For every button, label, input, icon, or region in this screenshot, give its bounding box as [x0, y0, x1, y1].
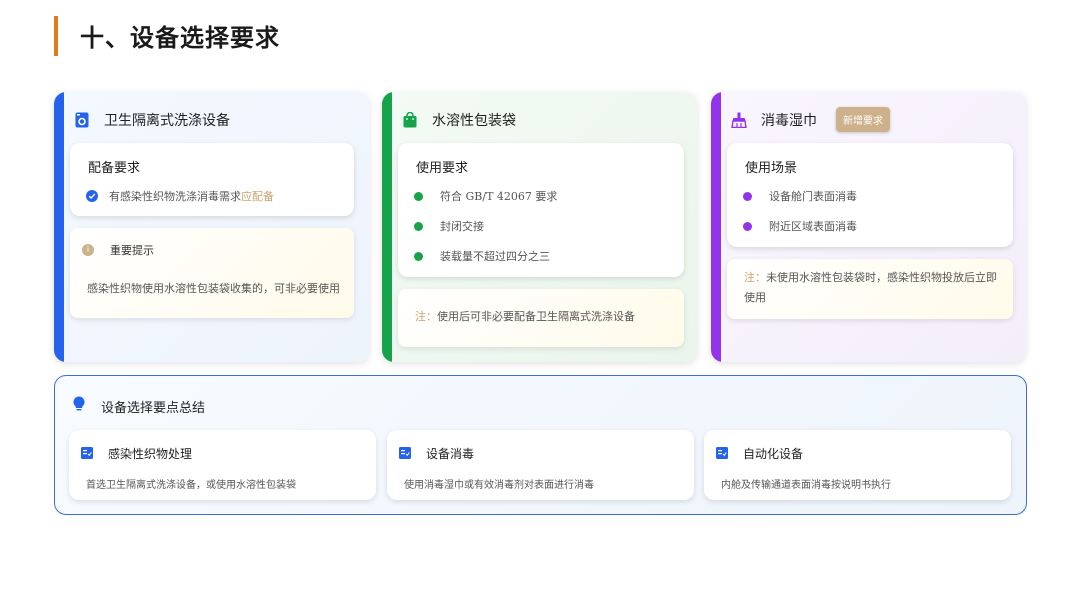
bullet-dot: [414, 221, 423, 231]
shopping-bag-icon: [402, 112, 418, 128]
summary-item-text: 使用消毒湿巾或有效消毒剂对表面进行消毒: [404, 480, 594, 491]
card-water-soluble-bag: 水溶性包装袋 使用要求 符合 GB/T 42067 要求 封闭交接 装载量不超过…: [382, 92, 697, 362]
requirement-item: 有感染性织物洗涤消毒需求 应配备: [86, 188, 274, 204]
card-stripe-blue: [54, 92, 64, 362]
summary-item-header: 设备消毒: [399, 444, 474, 463]
note-text: 注：未使用水溶性包装袋时，感染性织物投放后立即 使用: [744, 268, 997, 308]
info-icon: i: [82, 244, 94, 256]
note-body-line1: 未使用水溶性包装袋时，感染性织物投放后立即: [766, 271, 997, 284]
note-body: 使用后可非必要配备卫生隔离式洗涤设备: [437, 310, 635, 323]
list-item-text: 设备舱门表面消毒: [769, 190, 857, 203]
card-header: 水溶性包装袋: [402, 110, 516, 130]
box-title: 使用要求: [416, 161, 469, 176]
requirement-box: 配备要求 有感染性织物洗涤消毒需求 应配备: [70, 143, 354, 216]
card-title: 消毒湿巾: [761, 113, 817, 129]
scenario-box: 使用场景 设备舱门表面消毒 附近区域表面消毒: [727, 143, 1013, 247]
note-text: 注：使用后可非必要配备卫生隔离式洗涤设备: [415, 307, 635, 327]
summary-item-text: 首选卫生隔离式洗涤设备，或使用水溶性包装袋: [86, 480, 296, 491]
summary-item-header: 感染性织物处理: [81, 444, 192, 463]
summary-item-header: 自动化设备: [716, 444, 803, 463]
note-box: 注：使用后可非必要配备卫生隔离式洗涤设备: [398, 289, 684, 347]
list-item-text: 封闭交接: [440, 220, 484, 233]
checklist-icon: [81, 444, 93, 463]
list-item: 封闭交接: [414, 218, 484, 234]
list-item: 设备舱门表面消毒: [743, 188, 857, 204]
box-title: 配备要求: [88, 161, 141, 176]
bullet-dot: [743, 191, 752, 201]
summary-header: 设备选择要点总结: [73, 396, 205, 416]
card-header: 卫生隔离式洗涤设备: [74, 110, 230, 130]
note-prefix: 注：: [744, 271, 766, 284]
lightbulb-icon: [73, 396, 85, 416]
list-item-text: 附近区域表面消毒: [769, 220, 857, 233]
washing-machine-icon: [74, 112, 90, 128]
summary-item: 设备消毒 使用消毒湿巾或有效消毒剂对表面进行消毒: [387, 430, 694, 500]
bullet-dot: [414, 191, 423, 201]
list-item-text: 装载量不超过四分之三: [440, 250, 550, 263]
requirement-text: 有感染性织物洗涤消毒需求: [109, 190, 241, 203]
new-requirement-badge: 新增要求: [836, 107, 890, 132]
summary-panel: 设备选择要点总结 感染性织物处理 首选卫生隔离式洗涤设备，或使用水溶性包装袋 设…: [54, 375, 1027, 515]
note-box: 注：未使用水溶性包装袋时，感染性织物投放后立即 使用: [727, 259, 1013, 319]
list-item: 附近区域表面消毒: [743, 218, 857, 234]
card-header: 消毒湿巾: [731, 110, 817, 130]
card-isolation-washer: 卫生隔离式洗涤设备 配备要求 有感染性织物洗涤消毒需求 应配备 i 重要提示 感染…: [54, 92, 369, 362]
requirement-box: 使用要求 符合 GB/T 42067 要求 封闭交接 装载量不超过四分之三: [398, 143, 684, 277]
page-title: 十、设备选择要求: [80, 23, 280, 52]
requirement-highlight: 应配备: [241, 190, 274, 203]
summary-item-title: 设备消毒: [426, 447, 475, 461]
summary-item-title: 感染性织物处理: [108, 447, 193, 461]
note-title: 重要提示: [110, 244, 154, 257]
title-accent-bar: [54, 16, 58, 56]
check-circle-icon: [86, 190, 98, 202]
summary-item-text: 内舱及传输通道表面消毒按说明书执行: [721, 480, 891, 491]
card-stripe-green: [382, 92, 392, 362]
summary-item: 感染性织物处理 首选卫生隔离式洗涤设备，或使用水溶性包装袋: [69, 430, 376, 500]
card-title: 水溶性包装袋: [432, 113, 516, 129]
bullet-dot: [743, 221, 752, 231]
box-title: 使用场景: [745, 161, 798, 176]
summary-item: 自动化设备 内舱及传输通道表面消毒按说明书执行: [704, 430, 1011, 500]
summary-item-title: 自动化设备: [743, 447, 804, 461]
summary-title: 设备选择要点总结: [101, 400, 206, 416]
list-item: 装载量不超过四分之三: [414, 248, 550, 264]
card-disinfectant-wipes: 消毒湿巾 新增要求 使用场景 设备舱门表面消毒 附近区域表面消毒 注：未使用水溶…: [711, 92, 1026, 362]
list-item: 符合 GB/T 42067 要求: [414, 188, 557, 204]
bullet-dot: [414, 251, 423, 261]
note-prefix: 注：: [415, 310, 437, 323]
checklist-icon: [716, 444, 728, 463]
important-note: i 重要提示 感染性织物使用水溶性包装袋收集的，可非必要使用: [70, 228, 354, 318]
checklist-icon: [399, 444, 411, 463]
note-body-line2: 使用: [744, 291, 766, 304]
note-header: i 重要提示: [82, 242, 154, 258]
broom-icon: [731, 112, 747, 128]
list-item-text: 符合 GB/T 42067 要求: [440, 190, 558, 203]
note-text: 感染性织物使用水溶性包装袋收集的，可非必要使用: [87, 282, 340, 295]
card-title: 卫生隔离式洗涤设备: [104, 113, 230, 129]
card-stripe-purple: [711, 92, 721, 362]
